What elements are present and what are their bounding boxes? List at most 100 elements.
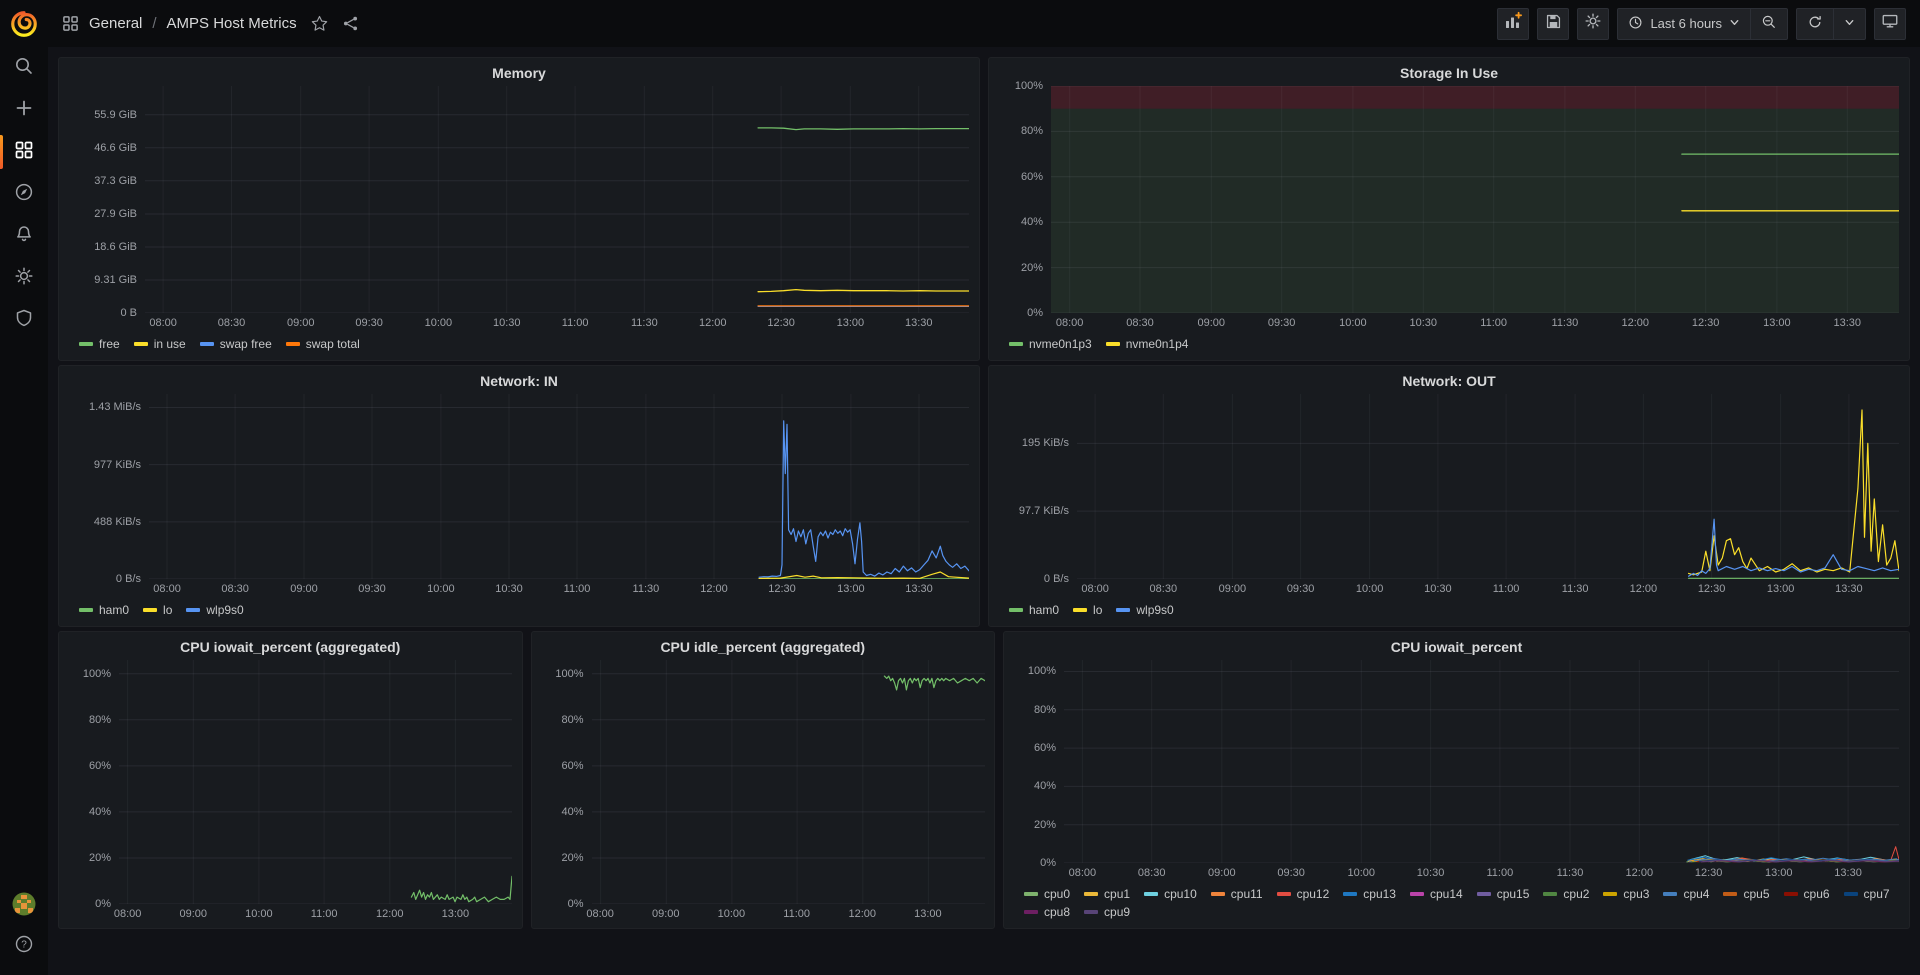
x-axis: 08:0008:3009:0009:3010:0010:3011:0011:30… xyxy=(1051,313,1899,333)
refresh-button[interactable] xyxy=(1797,9,1833,39)
legend-item-cpu7[interactable]: cpu7 xyxy=(1844,886,1890,902)
sidebar-item-dashboards[interactable] xyxy=(0,131,48,173)
x-tick-label: 10:00 xyxy=(1333,867,1389,879)
legend-item-lo[interactable]: lo xyxy=(1073,602,1102,618)
panel-title[interactable]: Memory xyxy=(69,60,969,86)
chart-plot[interactable] xyxy=(1064,660,1899,863)
legend-item-cpu4[interactable]: cpu4 xyxy=(1663,886,1709,902)
sidebar-item-help[interactable]: ? xyxy=(0,931,48,961)
sidebar-item-explore[interactable] xyxy=(0,173,48,215)
legend-item-cpu15[interactable]: cpu15 xyxy=(1477,886,1530,902)
legend-series-label: wlp9s0 xyxy=(1136,602,1173,618)
x-tick-label: 09:30 xyxy=(344,583,400,595)
chart-plot[interactable] xyxy=(592,660,985,904)
x-tick-label: 09:30 xyxy=(1263,867,1319,879)
x-tick-label: 13:30 xyxy=(891,317,947,329)
panel-title[interactable]: Network: IN xyxy=(69,368,969,394)
x-tick-label: 09:00 xyxy=(1204,583,1260,595)
chart: 1.43 MiB/s977 KiB/s488 KiB/s0 B/s 08:000… xyxy=(69,394,969,622)
legend-item-cpu3[interactable]: cpu3 xyxy=(1603,886,1649,902)
panel-title[interactable]: CPU idle_percent (aggregated) xyxy=(542,634,985,660)
legend-series-chip xyxy=(1663,892,1677,896)
panel-title[interactable]: Storage In Use xyxy=(999,60,1899,86)
legend-item-wlp9s0[interactable]: wlp9s0 xyxy=(186,602,243,618)
kiosk-mode-button[interactable] xyxy=(1874,8,1906,40)
star-icon[interactable] xyxy=(311,15,328,32)
panel-network-out: Network: OUT 195 KiB/s97.7 KiB/s0 B/s 08… xyxy=(988,365,1910,627)
legend-series-label: swap total xyxy=(306,336,360,352)
legend-item-cpu8[interactable]: cpu8 xyxy=(1024,904,1070,920)
chart-plot[interactable] xyxy=(1077,394,1899,579)
grafana-logo[interactable] xyxy=(0,0,48,47)
legend-item-cpu0[interactable]: cpu0 xyxy=(1024,886,1070,902)
x-tick-label: 13:00 xyxy=(822,317,878,329)
refresh-interval-dropdown[interactable] xyxy=(1834,9,1865,39)
legend-item-swap total[interactable]: swap total xyxy=(286,336,360,352)
legend-item-cpu5[interactable]: cpu5 xyxy=(1723,886,1769,902)
legend-item-cpu14[interactable]: cpu14 xyxy=(1410,886,1463,902)
add-panel-button[interactable] xyxy=(1497,8,1529,40)
legend-item-cpu6[interactable]: cpu6 xyxy=(1784,886,1830,902)
chart-plot[interactable] xyxy=(119,660,512,904)
time-range-picker[interactable]: Last 6 hours xyxy=(1618,9,1750,39)
zoom-out-button[interactable] xyxy=(1751,9,1787,39)
x-axis: 08:0008:3009:0009:3010:0010:3011:0011:30… xyxy=(1064,863,1899,883)
legend-item-cpu9[interactable]: cpu9 xyxy=(1084,904,1130,920)
legend-item-cpu11[interactable]: cpu11 xyxy=(1211,886,1263,902)
user-profile[interactable] xyxy=(0,891,48,921)
panel-title[interactable]: CPU iowait_percent xyxy=(1014,634,1899,660)
legend-item-wlp9s0[interactable]: wlp9s0 xyxy=(1116,602,1173,618)
x-tick-label: 12:30 xyxy=(1684,583,1740,595)
legend-item-free[interactable]: free xyxy=(79,336,120,352)
breadcrumb-dashboard-title[interactable]: AMPS Host Metrics xyxy=(167,15,297,32)
legend-item-ham0[interactable]: ham0 xyxy=(79,602,129,618)
x-tick-label: 12:30 xyxy=(754,583,810,595)
legend-item-cpu13[interactable]: cpu13 xyxy=(1343,886,1396,902)
x-tick-label: 09:30 xyxy=(1273,583,1329,595)
sidebar-item-server-admin[interactable] xyxy=(0,299,48,341)
share-icon[interactable] xyxy=(342,15,359,32)
chart-plot[interactable] xyxy=(149,394,969,579)
panel-title[interactable]: CPU iowait_percent (aggregated) xyxy=(69,634,512,660)
sidebar-item-create[interactable] xyxy=(0,89,48,131)
y-tick-label: 0 B/s xyxy=(999,572,1069,586)
legend-item-in use[interactable]: in use xyxy=(134,336,186,352)
panel-cpu-iowait-percpu: CPU iowait_percent 100%80%60%40%20%0% 08… xyxy=(1003,631,1910,929)
legend-series-label: cpu9 xyxy=(1104,904,1130,920)
legend-series-chip xyxy=(1723,892,1737,896)
refresh-icon xyxy=(1807,14,1823,33)
panel-title[interactable]: Network: OUT xyxy=(999,368,1899,394)
sidebar-item-alerting[interactable] xyxy=(0,215,48,257)
legend-item-cpu2[interactable]: cpu2 xyxy=(1543,886,1589,902)
x-tick-label: 13:30 xyxy=(1819,317,1875,329)
server-admin-shield-icon xyxy=(14,308,34,333)
x-tick-label: 08:00 xyxy=(572,908,628,920)
legend-item-swap free[interactable]: swap free xyxy=(200,336,272,352)
legend-series-chip xyxy=(200,342,214,346)
legend: free in use swap free swap total xyxy=(69,333,969,356)
legend-series-chip xyxy=(1211,892,1225,896)
save-dashboard-button[interactable] xyxy=(1537,8,1569,40)
legend-series-label: swap free xyxy=(220,336,272,352)
legend-item-cpu1[interactable]: cpu1 xyxy=(1084,886,1130,902)
y-axis: 195 KiB/s97.7 KiB/s0 B/s xyxy=(999,394,1077,579)
legend-item-nvme0n1p3[interactable]: nvme0n1p3 xyxy=(1009,336,1092,352)
chart-plot[interactable] xyxy=(1051,86,1899,313)
legend-item-ham0[interactable]: ham0 xyxy=(1009,602,1059,618)
legend-item-nvme0n1p4[interactable]: nvme0n1p4 xyxy=(1106,336,1189,352)
x-tick-label: 13:00 xyxy=(900,908,956,920)
dashboard-settings-button[interactable] xyxy=(1577,8,1609,40)
chevron-down-icon xyxy=(1729,16,1740,31)
chart-plot[interactable] xyxy=(145,86,969,313)
x-tick-label: 10:00 xyxy=(1342,583,1398,595)
sidebar-item-search[interactable] xyxy=(0,47,48,89)
legend-item-cpu10[interactable]: cpu10 xyxy=(1144,886,1197,902)
legend-item-lo[interactable]: lo xyxy=(143,602,172,618)
x-tick-label: 10:30 xyxy=(481,583,537,595)
y-tick-label: 37.3 GiB xyxy=(69,174,137,188)
breadcrumb: General / AMPS Host Metrics xyxy=(62,15,359,32)
sidebar-item-configuration[interactable] xyxy=(0,257,48,299)
x-tick-label: 10:30 xyxy=(479,317,535,329)
legend-item-cpu12[interactable]: cpu12 xyxy=(1277,886,1330,902)
breadcrumb-folder[interactable]: General xyxy=(89,15,142,32)
